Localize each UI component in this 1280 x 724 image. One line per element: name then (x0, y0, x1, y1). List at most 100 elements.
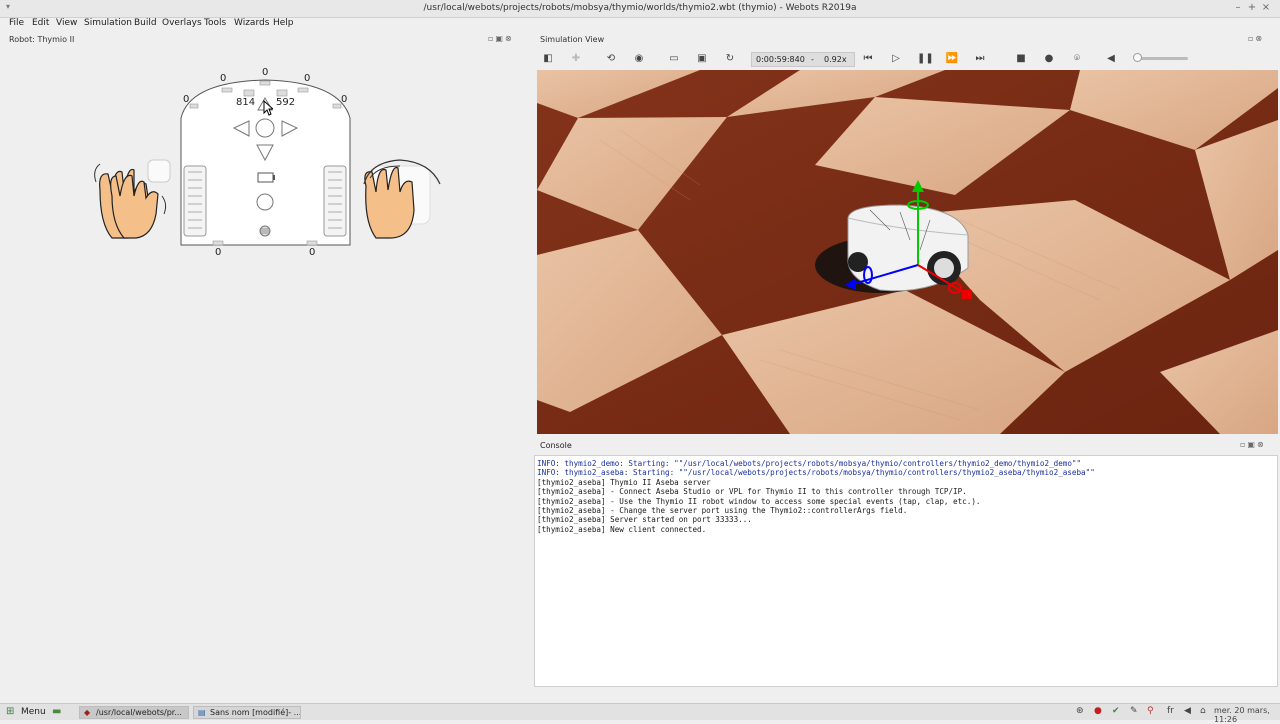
volume-slider[interactable] (1136, 57, 1188, 60)
run-icon[interactable]: ⏩ (945, 52, 959, 66)
console-line: INFO: thymio2_demo: Starting: ""/usr/loc… (537, 459, 1082, 468)
rear-sensor-1-value: 0 (309, 247, 316, 258)
viewpoint-follow-icon[interactable]: ⟲ (604, 52, 618, 66)
updates-tray-icon[interactable]: ✔ (1112, 706, 1120, 716)
volume-tray-icon[interactable]: ◀ (1184, 706, 1191, 716)
right-wheel (323, 165, 347, 237)
clock[interactable]: mer. 20 mars, 11:26 (1214, 706, 1280, 724)
menu-file[interactable]: File (9, 18, 24, 28)
front-sensor-0-value: 0 (183, 94, 190, 105)
menu-logo-icon[interactable]: ⊞ (6, 706, 14, 717)
mic-shape (256, 193, 274, 211)
console-line: INFO: thymio2_aseba: Starting: ""/usr/lo… (537, 468, 1095, 478)
writer-app-icon: ▤ (198, 708, 206, 717)
simulation-3d-view[interactable] (537, 70, 1278, 434)
button-center[interactable] (256, 119, 274, 137)
menubar: File Edit View Simulation Build Overlays… (0, 18, 1280, 32)
menu-build[interactable]: Build (134, 18, 157, 28)
console-line: [thymio2_aseba] Server started on port 3… (537, 515, 752, 525)
console-header: Console ▫▣⊗ (534, 439, 1280, 453)
battery-shape (257, 172, 274, 183)
add-node-icon[interactable]: ✚ (569, 52, 583, 66)
menu-help[interactable]: Help (273, 18, 294, 28)
menu-wizards[interactable]: Wizards (234, 18, 269, 28)
front-sensor-4-value: 0 (341, 94, 348, 105)
clap-button[interactable] (95, 158, 170, 240)
reset-simulation-icon[interactable]: ⏮ (861, 52, 875, 66)
simulation-time: 0:00:59:840 (756, 55, 805, 64)
ground-sensor-right-mark (276, 89, 288, 97)
simulation-dock-buttons[interactable]: ▫⊗ (1248, 34, 1264, 43)
robot-panel-dock-buttons[interactable]: ▫▣⊗ (488, 34, 514, 43)
step-icon[interactable]: ▷ (889, 52, 903, 66)
console-title: Console (540, 441, 572, 450)
button-right[interactable] (281, 119, 299, 137)
tap-button[interactable] (362, 158, 442, 240)
start-menu-label[interactable]: Menu (21, 707, 46, 717)
eye-icon[interactable]: ◉ (632, 52, 646, 66)
mouse-cursor-icon (263, 100, 273, 116)
console-line: [thymio2_aseba] - Change the server port… (537, 506, 908, 516)
console-output[interactable]: INFO: thymio2_demo: Starting: ""/usr/loc… (534, 455, 1278, 687)
front-sensor-2-mark (259, 80, 271, 86)
maximize-icon[interactable]: + (1246, 2, 1258, 13)
save-world-icon[interactable]: ▣ (695, 52, 709, 66)
reload-world-icon[interactable]: ↻ (723, 52, 737, 66)
thymio-robot-3d[interactable] (807, 170, 987, 310)
animation-record-icon[interactable]: ● (1042, 52, 1056, 66)
sound-icon[interactable]: ◀ (1104, 52, 1118, 66)
taskbar-webots-window[interactable]: ◆ /usr/local/webots/pr... (79, 706, 189, 719)
ground-sensor-right-value: 592 (276, 97, 296, 108)
front-sensor-0-mark (189, 103, 199, 109)
window-titlebar: ▾ /usr/local/webots/projects/robots/mobs… (0, 0, 1280, 18)
front-sensor-1-value: 0 (220, 73, 227, 84)
window-title: /usr/local/webots/projects/robots/mobsya… (423, 3, 857, 13)
lock-tray-icon[interactable]: ⌂ (1200, 706, 1206, 716)
button-backward[interactable] (256, 144, 274, 161)
screenshot-icon[interactable]: ⌾ (1070, 52, 1084, 66)
console-dock-buttons[interactable]: ▫▣⊗ (1240, 440, 1266, 449)
simulation-speed: 0.92x (824, 55, 847, 64)
fast-icon[interactable]: ⏭ (973, 52, 987, 66)
menu-tools[interactable]: Tools (204, 18, 226, 28)
console-line: [thymio2_aseba] - Connect Aseba Studio o… (537, 487, 967, 497)
menu-overlays[interactable]: Overlays (162, 18, 202, 28)
close-icon[interactable]: × (1260, 2, 1272, 13)
time-separator: - (811, 55, 814, 64)
keyboard-language[interactable]: fr (1167, 706, 1174, 716)
network-tray-icon[interactable]: ⊛ (1076, 706, 1084, 716)
simulation-view-header (537, 32, 1280, 70)
console-line: [thymio2_aseba] New client connected. (537, 524, 707, 534)
front-sensor-3-value: 0 (304, 73, 311, 84)
console-line: [thymio2_aseba] - Use the Thymio II robo… (537, 496, 981, 506)
open-world-icon[interactable]: ▭ (667, 52, 681, 66)
taskbar-webots-label: /usr/local/webots/pr... (96, 708, 182, 717)
front-sensor-3-mark (297, 87, 309, 93)
notification-tray-icon[interactable]: ⚲ (1147, 706, 1154, 716)
rear-sensor-1-mark (306, 240, 318, 246)
front-sensor-4-mark (332, 103, 342, 109)
ground-sensor-left-value: 814 (236, 97, 256, 108)
scene-tree-toggle-icon[interactable]: ◧ (541, 52, 555, 66)
webots-app-icon: ◆ (84, 708, 91, 717)
menu-simulation[interactable]: Simulation (84, 18, 132, 28)
simulation-clock: 0:00:59:840 - 0.92x (751, 52, 855, 67)
record-tray-icon[interactable]: ● (1094, 706, 1102, 716)
left-wheel (183, 165, 207, 237)
pause-icon[interactable]: ❚❚ (917, 52, 934, 66)
rear-sensor-0-value: 0 (215, 247, 222, 258)
minimize-icon[interactable]: – (1232, 2, 1244, 13)
rear-sensor-0-mark (212, 240, 224, 246)
button-left[interactable] (232, 119, 250, 137)
ground-sensor-left-mark (243, 89, 255, 97)
robot-panel-title: Robot: Thymio II (9, 35, 75, 44)
front-sensor-2-value: 0 (262, 67, 269, 78)
taskbar: ⊞ Menu ▬ ◆ /usr/local/webots/pr... ▤ San… (0, 703, 1280, 724)
movie-record-icon[interactable]: ■ (1014, 52, 1028, 66)
volume-slider-handle[interactable] (1133, 53, 1142, 62)
menu-edit[interactable]: Edit (32, 18, 49, 28)
tools-tray-icon[interactable]: ✎ (1130, 706, 1138, 716)
show-desktop-icon[interactable]: ▬ (52, 706, 61, 717)
taskbar-writer-window[interactable]: ▤ Sans nom [modifié]- ... (193, 706, 301, 719)
menu-view[interactable]: View (56, 18, 77, 28)
